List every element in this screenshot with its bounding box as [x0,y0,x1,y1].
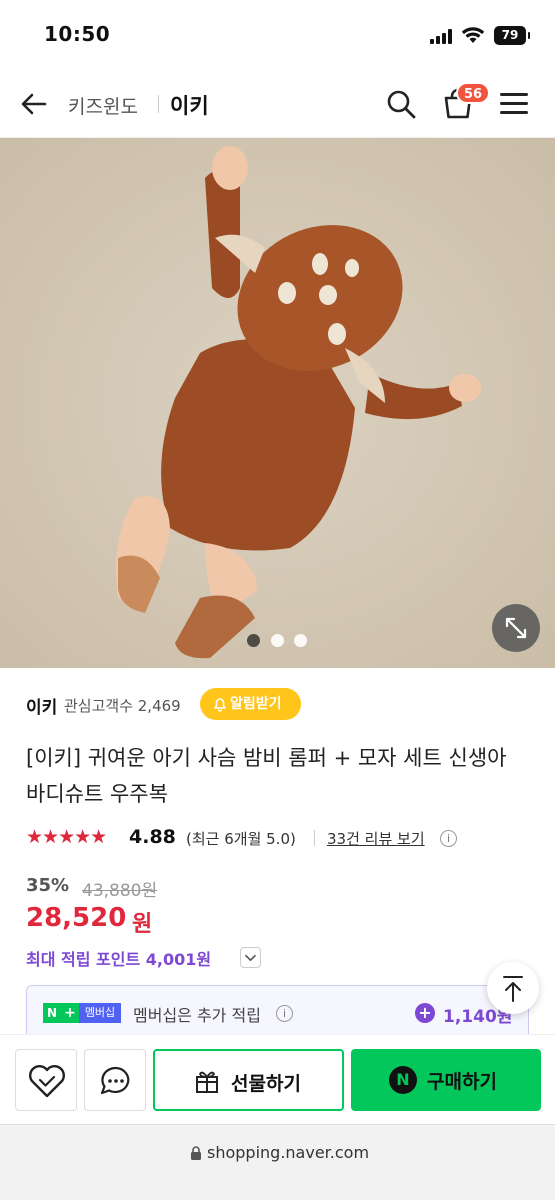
back-arrow-icon[interactable] [18,88,50,120]
naver-n-badge: N [43,1003,61,1023]
arrow-up-icon [503,976,523,1002]
chevron-down-icon[interactable] [240,947,261,968]
info-icon[interactable]: i [276,1005,293,1022]
bell-plus-icon [214,698,226,712]
plus-circle-icon: + [415,1003,435,1023]
chat-bubble-icon [100,1066,130,1095]
original-price: 43,880원 [82,881,158,901]
baby-deer-romper-photo [0,138,555,668]
chat-button[interactable] [84,1049,146,1111]
gift-button[interactable]: 선물하기 [153,1049,344,1111]
browser-url-bar[interactable]: shopping.naver.com [0,1124,555,1200]
wishlist-button[interactable] [15,1049,77,1111]
bottom-action-bar: 선물하기 N 구매하기 [0,1034,555,1124]
carousel-dot[interactable] [294,634,307,647]
membership-text: 멤버십은 추가 적립 [133,1006,261,1025]
plus-badge: + [61,1003,79,1023]
hamburger-menu-icon[interactable] [500,90,530,118]
buy-button[interactable]: N 구매하기 [351,1049,541,1111]
recent-rating: (최근 6개월 5.0) [186,830,296,848]
gift-box-icon [196,1071,218,1093]
status-bar: 10:50 79 [0,0,555,70]
breadcrumb-divider [158,95,159,113]
status-time: 10:50 [44,22,111,46]
carousel-dot[interactable] [247,634,260,647]
product-title: [이키] 귀여운 아기 사슴 밤비 롬퍼 + 모자 세트 신생아 바디슈트 우주… [26,746,507,806]
expand-image-icon[interactable] [492,604,540,652]
buy-button-label: 구매하기 [427,1071,497,1093]
cellular-signal-icon [430,28,456,44]
notification-subscribe-button[interactable]: 알림받기 [200,688,301,720]
page-title[interactable]: 이키 [170,90,209,120]
gift-button-label: 선물하기 [231,1073,301,1095]
naver-pay-icon: N [389,1066,417,1094]
product-image[interactable] [0,138,555,668]
notification-subscribe-label: 알림받기 [230,696,282,712]
breadcrumb[interactable]: 키즈윈도 [68,92,138,119]
sale-price: 28,520 [26,903,127,933]
price-unit: 원 [132,912,153,937]
product-page: 10:50 79 키즈윈도 이키 56 이키 관심고객수 2,469 알림받기 … [0,0,555,1200]
search-icon[interactable] [385,88,417,120]
discount-rate: 35% [26,875,70,896]
rating-value: 4.88 [129,826,176,848]
scroll-to-top-button[interactable] [487,962,539,1014]
cart-count-badge: 56 [456,82,491,104]
info-icon[interactable]: i [440,830,457,847]
url-text: shopping.naver.com [207,1143,370,1162]
follower-count: 관심고객수 2,469 [64,697,181,715]
battery-icon: 79 [494,26,530,45]
top-nav: 키즈윈도 이키 56 [0,70,555,138]
max-points: 최대 적립 포인트 4,001원 [26,950,212,969]
carousel-dot[interactable] [271,634,284,647]
heart-check-icon [29,1065,65,1098]
membership-banner[interactable]: N + 멤버십 멤버십은 추가 적립 i + 1,140원 [26,985,529,1041]
wifi-icon [461,27,485,43]
membership-badge-label: 멤버십 [79,1003,121,1023]
store-name[interactable]: 이키 [26,693,57,718]
lock-icon [191,1146,201,1160]
star-rating-icon: ★★★★★ [26,826,107,848]
review-link[interactable]: 33건 리뷰 보기 [327,828,425,849]
rating-divider [314,830,315,846]
rating-row: ★★★★★ 4.88 (최근 6개월 5.0) 33건 리뷰 보기 i [26,826,536,850]
